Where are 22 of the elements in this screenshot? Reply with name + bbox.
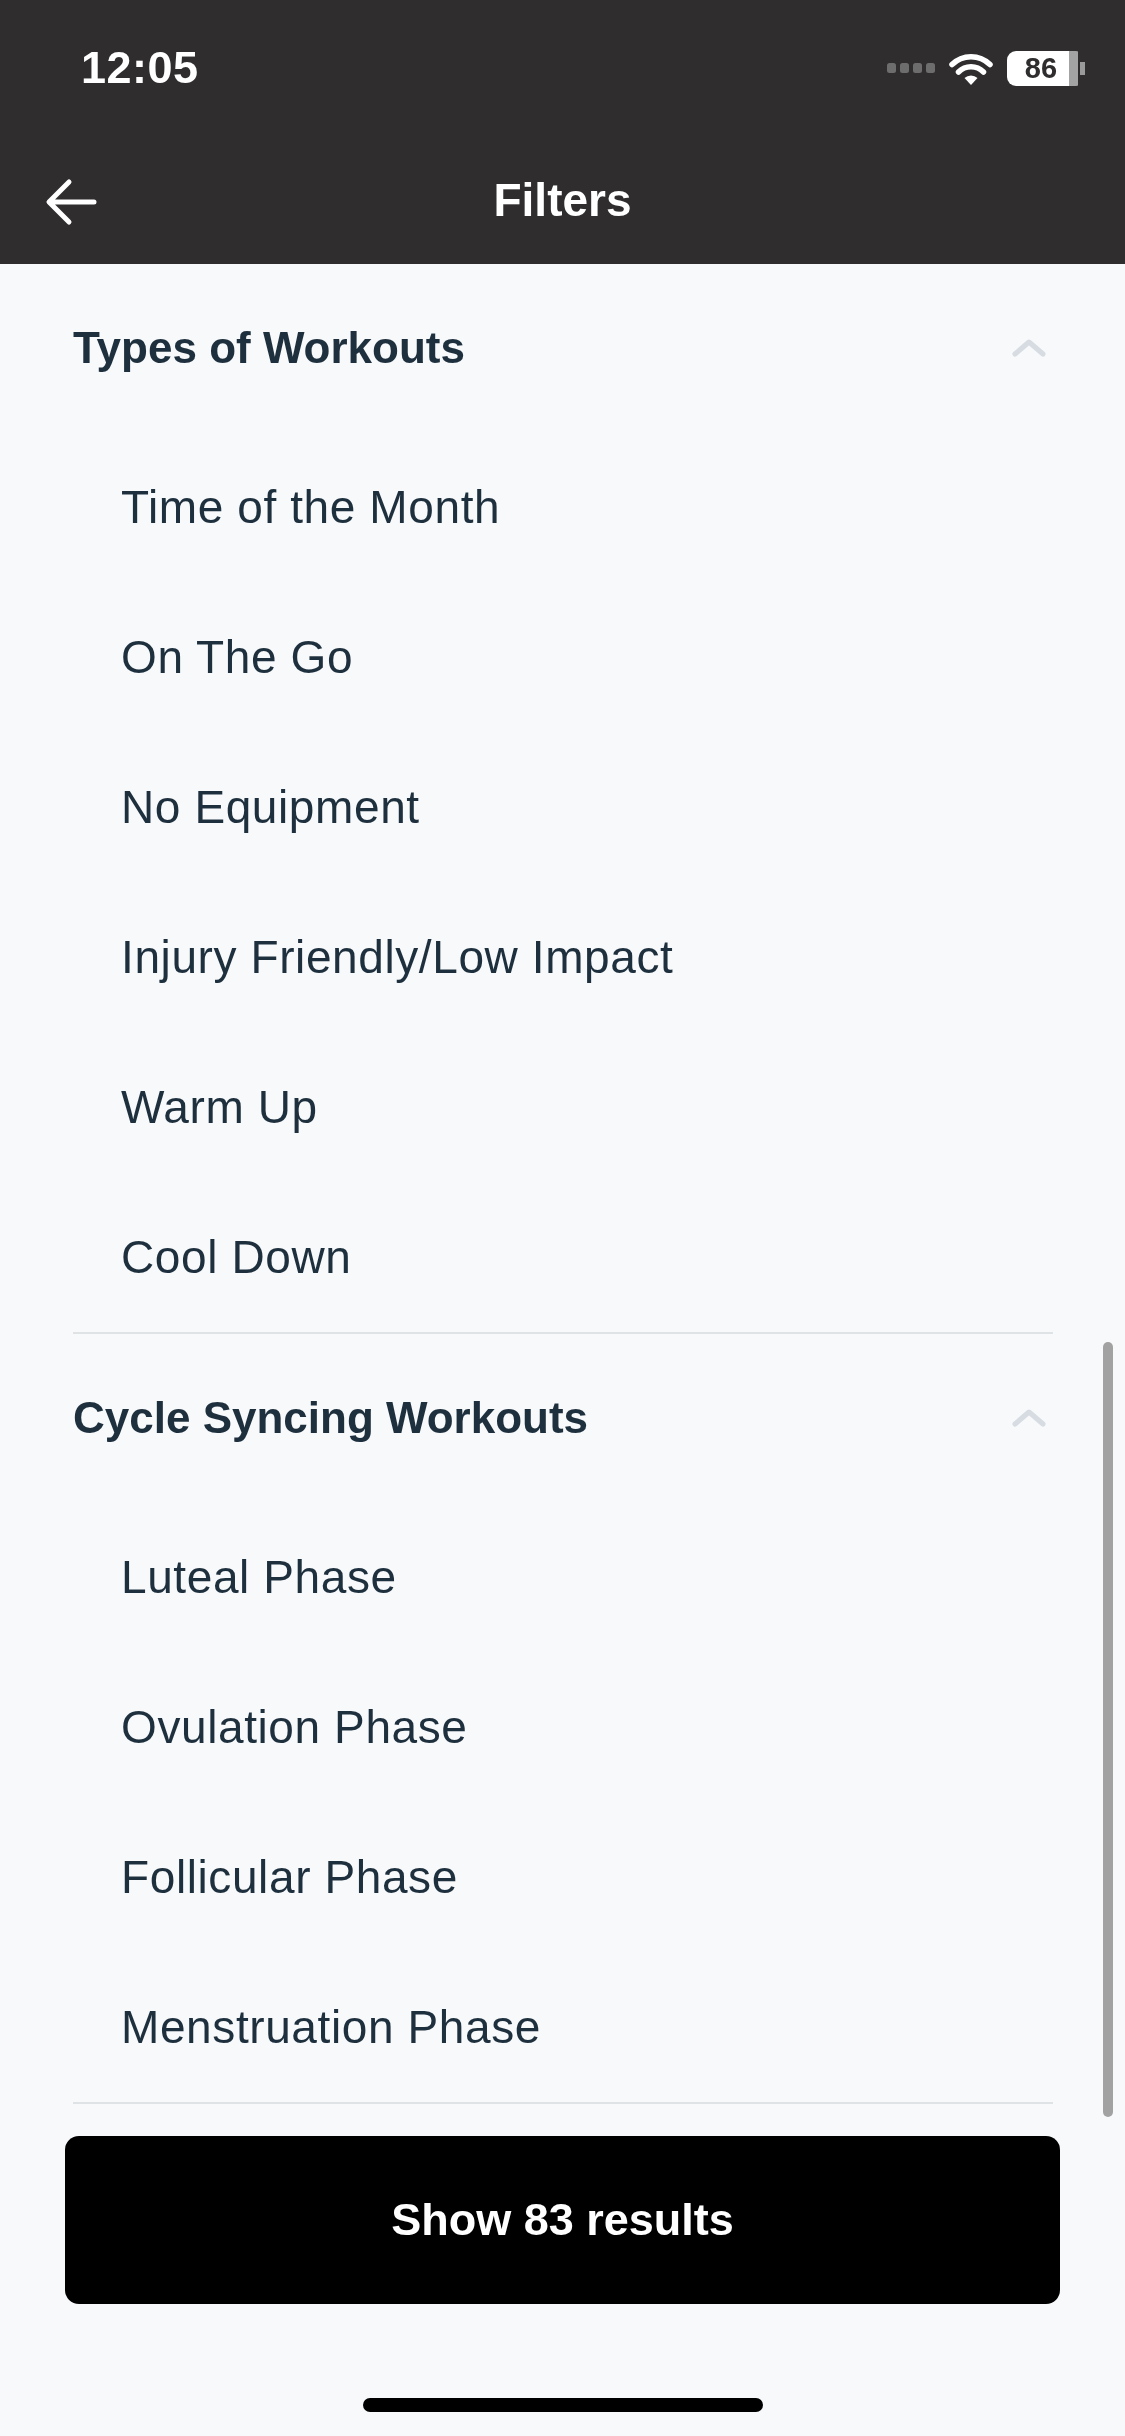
chevron-up-icon[interactable] — [1012, 339, 1046, 357]
section-title: Cycle Syncing Workouts — [73, 1393, 589, 1443]
wifi-icon — [949, 51, 993, 85]
status-time: 12:05 — [81, 42, 199, 94]
filter-option[interactable]: Luteal Phase — [121, 1550, 397, 1604]
filter-option[interactable]: No Equipment — [121, 780, 420, 834]
filter-option[interactable]: Cool Down — [121, 1230, 352, 1284]
section-title: Types of Workouts — [73, 323, 465, 373]
filter-option[interactable]: On The Go — [121, 630, 354, 684]
filter-option[interactable]: Injury Friendly/Low Impact — [121, 930, 674, 984]
screen-title: Filters — [493, 173, 632, 227]
filter-option[interactable]: Follicular Phase — [121, 1850, 458, 1904]
battery-indicator: 86 — [1007, 50, 1085, 86]
show-results-button[interactable]: Show 83 results — [65, 2136, 1060, 2304]
chevron-up-icon[interactable] — [1012, 1409, 1046, 1427]
filter-option[interactable]: Menstruation Phase — [121, 2000, 541, 2054]
filter-option[interactable]: Warm Up — [121, 1080, 318, 1134]
filter-option[interactable]: Ovulation Phase — [121, 1700, 468, 1754]
signal-icon — [887, 63, 935, 73]
filter-option[interactable]: Time of the Month — [121, 480, 501, 534]
back-button[interactable] — [44, 178, 98, 226]
left-arrow-icon — [44, 178, 98, 226]
